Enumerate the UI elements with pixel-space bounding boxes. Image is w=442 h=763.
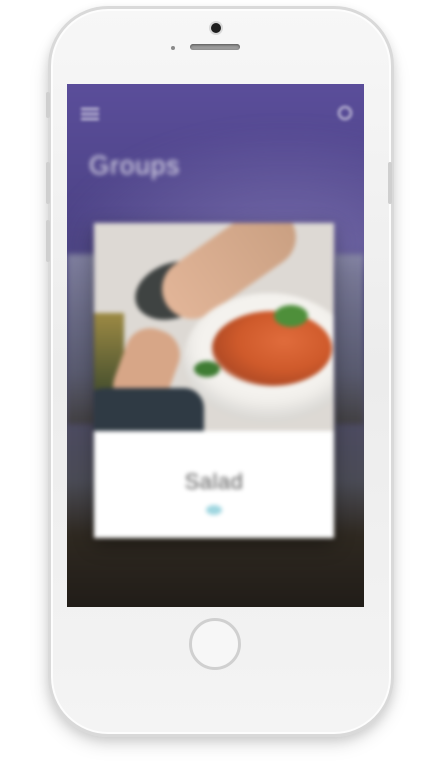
hamburger-menu-icon[interactable]: [81, 108, 99, 120]
volume-up-button: [46, 162, 50, 204]
app-screen: Groups Salad: [67, 84, 364, 607]
group-card[interactable]: Salad: [94, 223, 334, 538]
card-indicator-dot: [206, 505, 222, 515]
next-card-peek[interactable]: [334, 254, 364, 424]
front-camera: [211, 23, 221, 33]
search-icon[interactable]: [338, 106, 352, 120]
earpiece-speaker: [190, 44, 240, 50]
card-photo: [94, 223, 334, 431]
proximity-sensor: [171, 46, 175, 50]
card-title: Salad: [184, 469, 244, 494]
mute-switch: [46, 92, 50, 118]
volume-down-button: [46, 220, 50, 262]
previous-card-peek[interactable]: [67, 254, 97, 424]
power-button: [388, 162, 392, 204]
home-button[interactable]: [189, 618, 241, 670]
page-title: Groups: [89, 150, 181, 180]
